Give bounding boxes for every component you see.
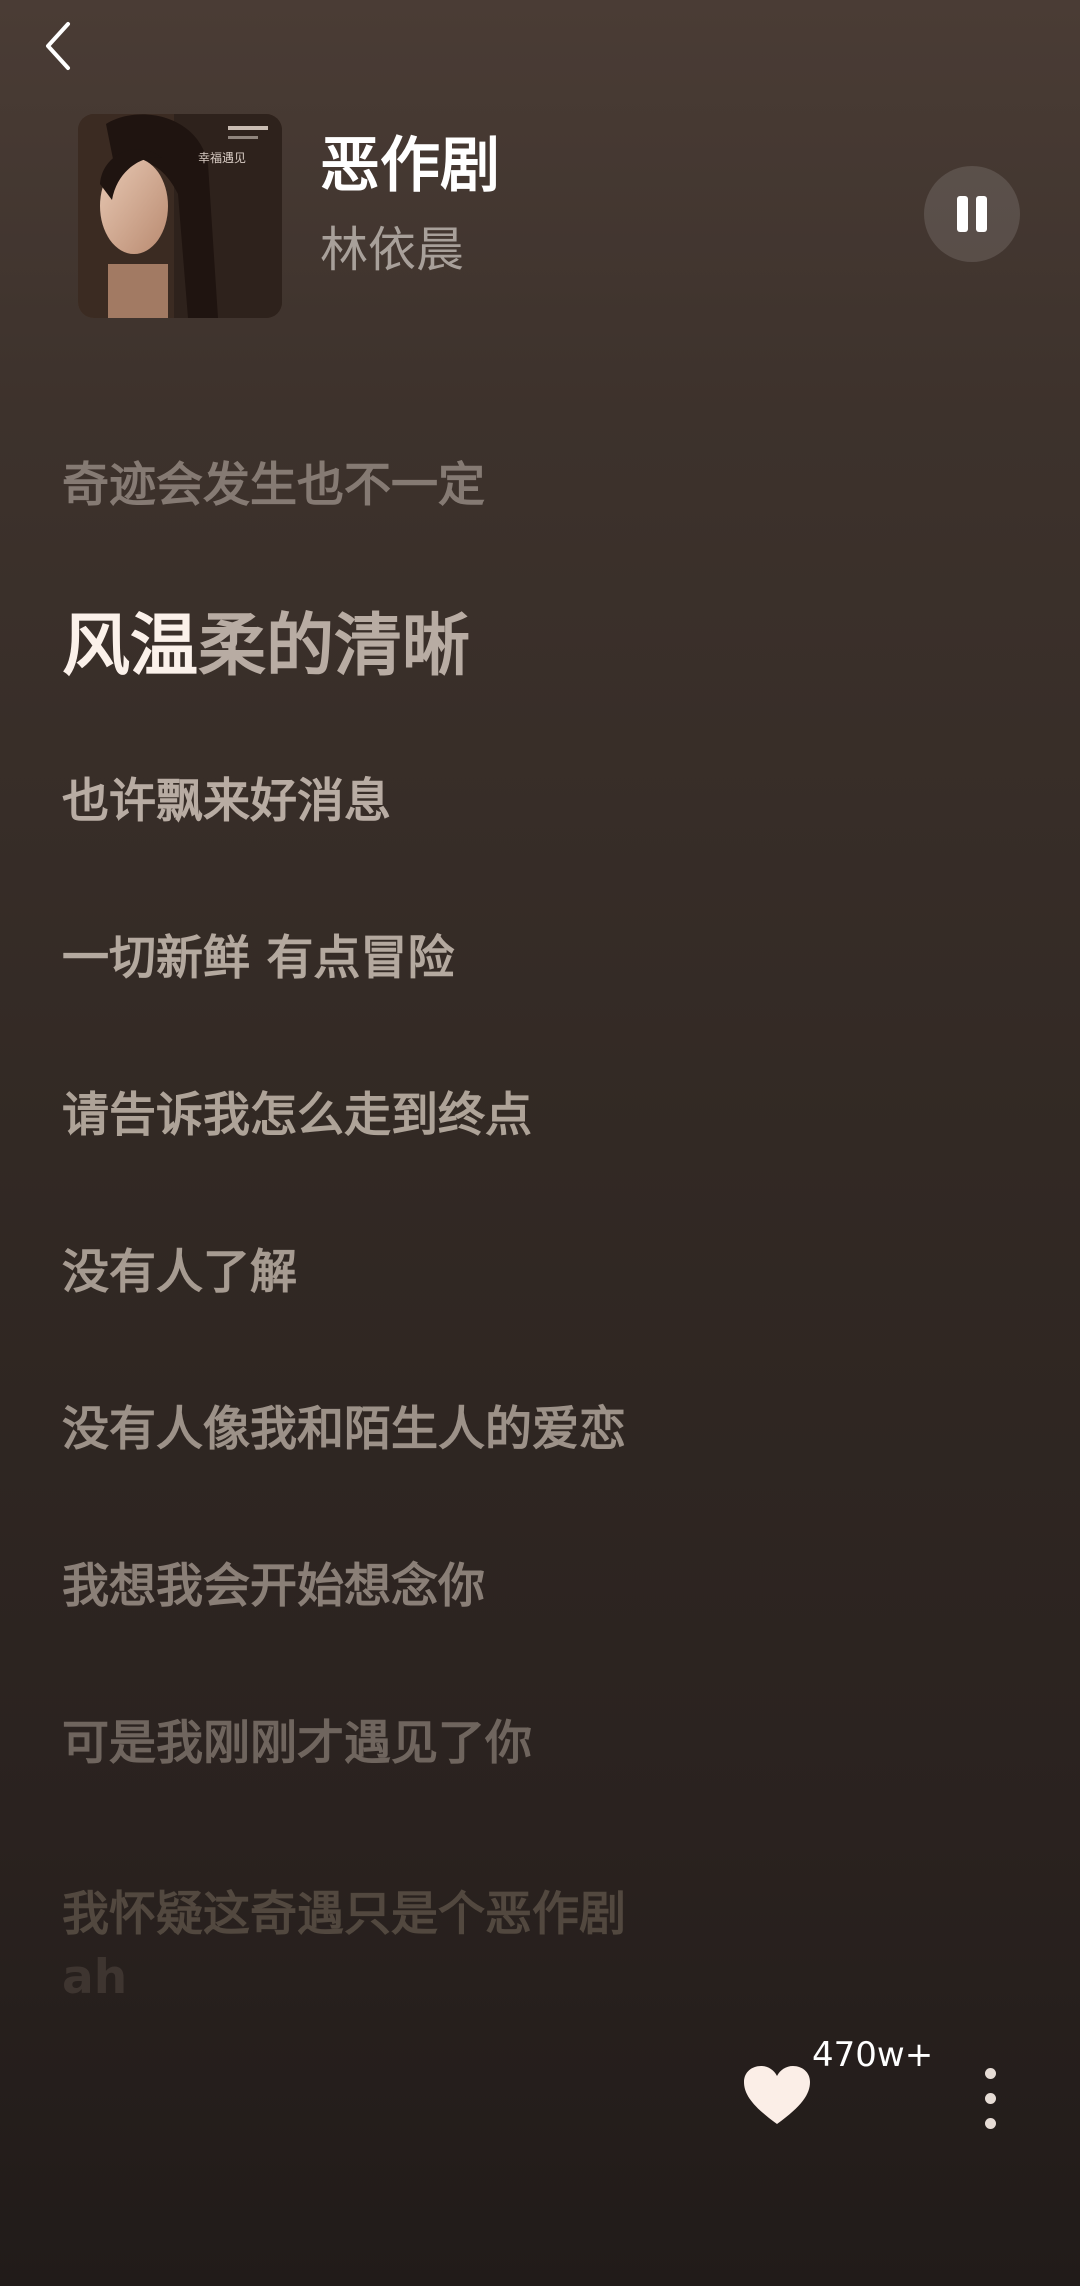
lyric-line[interactable]: 没有人像我和陌生人的爱恋: [62, 1402, 626, 1458]
lyric-line[interactable]: 也许飘来好消息: [62, 774, 391, 830]
like-count: 470w+: [812, 2035, 934, 2075]
lyric-line[interactable]: 我想我会开始想念你: [62, 1559, 485, 1615]
lyric-line[interactable]: 我怀疑这奇遇只是个恶作剧: [62, 1887, 626, 1943]
chevron-left-icon: [46, 22, 70, 70]
lyric-line[interactable]: 奇迹会发生也不一定: [62, 458, 485, 514]
lyric-line[interactable]: ah: [62, 1950, 127, 2006]
lyric-unsung-part: 柔的清晰: [198, 607, 471, 686]
back-button[interactable]: [36, 14, 84, 78]
lyric-line[interactable]: 请告诉我怎么走到终点: [62, 1088, 532, 1144]
lyric-line[interactable]: 没有人了解: [62, 1245, 297, 1301]
pause-icon-bar: [976, 196, 987, 232]
lyric-sung-part: 风温: [62, 607, 199, 686]
more-vertical-icon: [985, 2068, 996, 2079]
heart-icon: [744, 2066, 810, 2124]
lyric-line[interactable]: 可是我刚刚才遇见了你: [62, 1716, 532, 1772]
lyric-line[interactable]: 一切新鲜 有点冒险: [62, 931, 454, 987]
svg-text:幸福遇见: 幸福遇见: [198, 150, 246, 165]
pause-icon: [957, 196, 968, 232]
like-button[interactable]: [742, 2064, 812, 2128]
pause-button[interactable]: [924, 166, 1020, 262]
song-title: 恶作剧: [320, 131, 500, 201]
lyric-line-current[interactable]: 风温柔的清晰: [62, 606, 470, 688]
artist-name[interactable]: 林依晨: [320, 222, 464, 280]
more-button[interactable]: [970, 2064, 1010, 2134]
album-cover-image: 幸福遇见: [78, 114, 282, 318]
album-cover[interactable]: 幸福遇见: [78, 114, 282, 318]
more-dot: [985, 2118, 996, 2129]
more-dot: [985, 2093, 996, 2104]
